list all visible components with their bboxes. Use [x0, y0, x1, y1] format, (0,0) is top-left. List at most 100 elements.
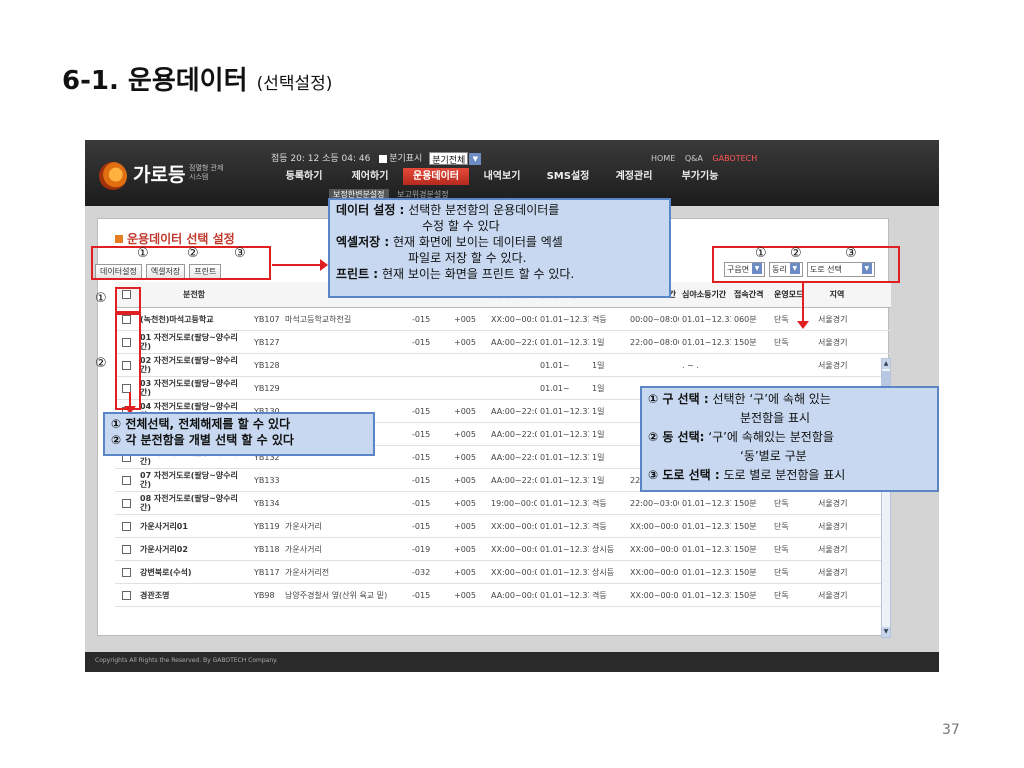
row-checkbox[interactable]: [121, 590, 131, 600]
table-cell: YB117: [254, 567, 280, 577]
nav-extra[interactable]: 부가기능: [667, 168, 733, 185]
table-cell: 격등: [592, 498, 607, 508]
table-cell: 단독: [774, 521, 789, 531]
table-cell: 서울경기: [818, 314, 848, 324]
table-cell: XX:00~00:00: [491, 567, 537, 577]
gabotech-link[interactable]: GABOTECH: [712, 154, 757, 163]
table-row[interactable]: 경관조명 YB98 남양주경찰서 옆(산위 육교 밑) -015 +005 AA:00~0…: [115, 584, 891, 607]
table-cell: -015: [412, 498, 431, 508]
table-cell: 단독: [774, 544, 789, 554]
table-cell: 01.01~12.31: [682, 337, 731, 347]
table-cell: -032: [412, 567, 431, 577]
table-cell: 가운사거리: [285, 521, 322, 531]
row-checkbox[interactable]: [121, 521, 131, 531]
nav-operation-data[interactable]: 운용데이터: [403, 168, 469, 185]
table-cell: 남양주경찰서 옆(산위 육교 밑): [285, 590, 388, 600]
table-cell: 서울경기: [818, 498, 848, 508]
table-cell: 150분: [734, 544, 757, 554]
qna-link[interactable]: Q&A: [685, 154, 703, 163]
branch-display-checkbox[interactable]: [379, 154, 388, 163]
row-checkbox[interactable]: [121, 567, 131, 577]
table-row[interactable]: 01 자전거도로(팔당~양수리간) YB127 -015 +005 AA:00~22: 0…: [115, 331, 891, 354]
table-cell: -015: [412, 337, 431, 347]
main-nav: 등록하기 제어하기 운용데이터 내역보기 SMS설정 계정관리 부가기능: [271, 168, 733, 185]
marker-left-1: ①: [95, 291, 107, 306]
nav-account[interactable]: 계정관리: [601, 168, 667, 185]
table-cell: 150분: [734, 498, 757, 508]
chevron-down-icon[interactable]: ▼: [469, 152, 482, 165]
table-cell: +005: [454, 521, 476, 531]
nav-register[interactable]: 등록하기: [271, 168, 337, 185]
table-cell: XX:00~00:00: [630, 521, 679, 531]
panel-title: 운용데이터 선택 설정: [115, 230, 235, 247]
table-cell: AA:00~22:00: [491, 406, 537, 416]
table-cell: 1일: [592, 452, 605, 462]
table-cell: +005: [454, 429, 476, 439]
table-cell: 01 자전거도로(팔당~양수리간): [140, 333, 238, 351]
nav-sms[interactable]: SMS설정: [535, 168, 601, 185]
table-cell: 22:00~03:00: [630, 498, 679, 508]
table-cell: 서울경기: [818, 360, 848, 370]
logo-text: 가로등: [133, 164, 186, 186]
table-cell: 가운사거리01: [140, 521, 188, 531]
table-cell: 01.01~12.31: [682, 567, 731, 577]
row-checkbox[interactable]: [121, 475, 131, 485]
table-cell: 01.01~12.31: [682, 314, 731, 324]
table-cell: 서울경기: [818, 567, 848, 577]
column-header: 분전함: [182, 290, 206, 299]
row-checkbox[interactable]: [121, 544, 131, 554]
table-cell: -015: [412, 521, 431, 531]
table-row[interactable]: 08 자전거도로(팔당~양수리간) YB134 -015 +005 19:00~00:0…: [115, 492, 891, 515]
table-cell: 격등: [592, 314, 607, 324]
table-cell: -015: [412, 429, 431, 439]
table-row[interactable]: 가운사거리01YB119가운사거리-015+005XX:00~00:0001.0…: [115, 515, 891, 538]
table-cell: -019: [412, 544, 431, 554]
table-cell: 01.01~: [540, 383, 570, 393]
table-cell: 01.01~12.31: [540, 406, 589, 416]
table-cell: 22:00~08:00: [630, 337, 679, 347]
table-cell: 1일: [592, 429, 605, 439]
table-cell: AA:00~22:00: [491, 475, 537, 485]
table-cell: 01.01~12.31: [682, 544, 731, 554]
logo-icon: [99, 162, 127, 190]
table-cell: +005: [454, 452, 476, 462]
footer: Copyrights All Rights the Reserved. By G…: [85, 652, 939, 672]
callout-filters: ① 구 선택 : 선택한 ‘구’에 속해 있는 분전함을 표시 ② 동 선택: …: [640, 386, 939, 492]
slide-title: 6-1. 운용데이터 (선택설정): [62, 66, 333, 96]
marker-button-2: ②: [187, 246, 199, 261]
table-cell: YB118: [254, 544, 280, 554]
table-cell: AA:00~22:00: [491, 429, 537, 439]
marker-filter-1: ①: [755, 246, 767, 261]
table-cell: 단독: [774, 590, 789, 600]
table-row[interactable]: 강변북로(수석)YB117가운사거리전-032+005XX:00~00:0001…: [115, 561, 891, 584]
table-cell: YB134: [254, 498, 280, 508]
table-cell: +005: [454, 544, 476, 554]
filters-highlight: [712, 246, 900, 283]
slide-subtitle: (선택설정): [256, 74, 333, 94]
table-row[interactable]: 02 자전거도로(팔당~양수리간) YB128 01.01~ 1일 . ~ . 서울경기: [115, 354, 891, 377]
table-cell: +005: [454, 498, 476, 508]
table-cell: 서울경기: [818, 590, 848, 600]
table-cell: +005: [454, 314, 476, 324]
table-cell: AA:00~22:00: [491, 337, 537, 347]
scroll-down-icon[interactable]: ▼: [882, 627, 890, 637]
table-row[interactable]: (녹천천)마석고등학교 YB107 마석고등학교하천길 -015 +005 XX:00~0…: [115, 308, 891, 331]
nav-history[interactable]: 내역보기: [469, 168, 535, 185]
table-cell: +005: [454, 337, 476, 347]
table-cell: 가운사거리: [285, 544, 322, 554]
scroll-up-icon[interactable]: ▲: [882, 359, 890, 369]
table-cell: AA:00~22:00: [491, 452, 537, 462]
slide: 6-1. 운용데이터 (선택설정) 가로등 점멸형 관제시스템 점등 20: 1…: [0, 0, 1024, 768]
home-link[interactable]: HOME: [651, 154, 675, 163]
table-cell: 00:00~08:00: [630, 314, 679, 324]
row-checkbox[interactable]: [121, 498, 131, 508]
table-cell: 01.01~12.31: [540, 429, 589, 439]
logo: 가로등 점멸형 관제시스템: [99, 158, 249, 198]
table-cell: XX:00~00:00: [491, 544, 537, 554]
table-cell: 1일: [592, 475, 605, 485]
table-cell: 상시등: [592, 544, 615, 554]
branch-select[interactable]: 분기전체: [429, 152, 469, 166]
marker-button-1: ①: [137, 246, 149, 261]
nav-control[interactable]: 제어하기: [337, 168, 403, 185]
table-row[interactable]: 가운사거리02YB118가운사거리-019+005XX:00~00:0001.0…: [115, 538, 891, 561]
